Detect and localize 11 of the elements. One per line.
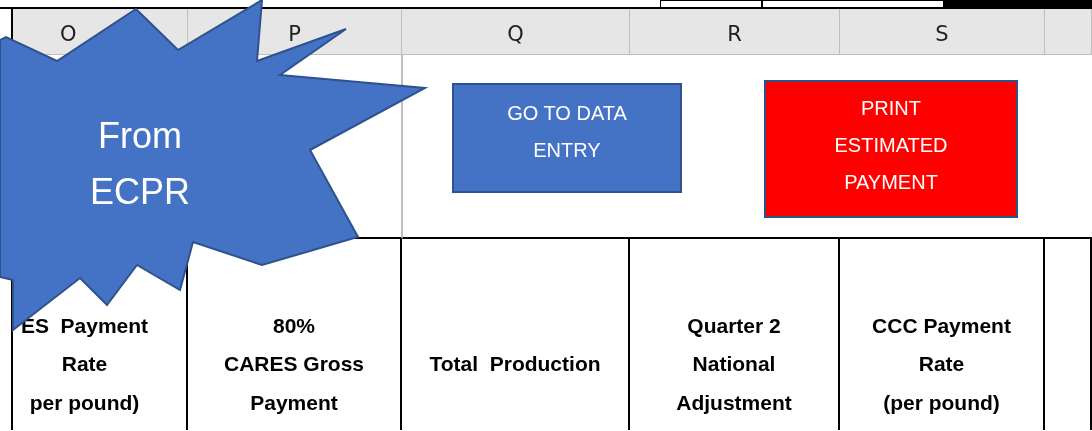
column-heading: Total Production [402, 239, 630, 430]
column-header[interactable]: S [840, 9, 1045, 55]
data-entry-button[interactable]: GO TO DATA ENTRY [452, 83, 682, 193]
callout-text: ECPR [90, 171, 190, 212]
column-header[interactable]: R [630, 9, 840, 55]
column-header[interactable] [1045, 9, 1092, 55]
callout-text: From [98, 115, 182, 156]
column-header[interactable]: Q [402, 9, 630, 55]
column-heading: CCC Payment Rate (per pound) [840, 239, 1045, 430]
print-button[interactable]: PRINT ESTIMATED PAYMENT [764, 80, 1018, 218]
column-heading: Quarter 2 National Adjustment [630, 239, 840, 430]
